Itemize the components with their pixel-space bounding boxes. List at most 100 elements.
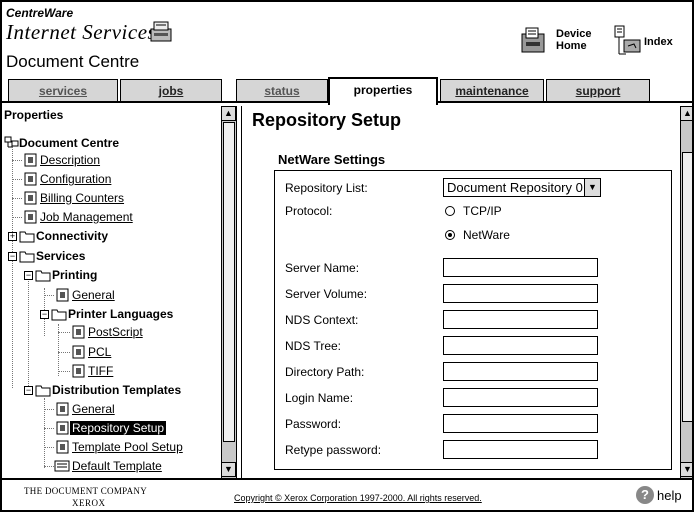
tree-item-default-template[interactable]: Default Template bbox=[72, 459, 162, 473]
tree-guide bbox=[58, 352, 70, 353]
page-icon bbox=[24, 191, 37, 205]
scroll-thumb[interactable] bbox=[223, 122, 235, 442]
tree-item-printing-general[interactable]: General bbox=[72, 288, 115, 302]
tree-guide bbox=[44, 447, 54, 448]
password-input[interactable] bbox=[443, 414, 598, 433]
tree-item-configuration[interactable]: Configuration bbox=[40, 172, 111, 186]
tab-status[interactable]: status bbox=[236, 79, 328, 103]
tab-maintenance[interactable]: maintenance bbox=[440, 79, 544, 103]
index-link[interactable]: Index bbox=[644, 36, 673, 48]
tab-jobs[interactable]: jobs bbox=[120, 79, 222, 103]
help-icon[interactable]: ? bbox=[636, 486, 654, 504]
tree-guide bbox=[12, 179, 22, 180]
collapse-printer-languages-icon[interactable]: − bbox=[40, 310, 49, 319]
tree-item-repository-setup[interactable]: Repository Setup bbox=[70, 421, 167, 435]
collapse-services-icon[interactable]: − bbox=[8, 252, 17, 261]
repository-list-value: Document Repository 0 bbox=[447, 180, 583, 195]
device-home-icon[interactable] bbox=[520, 26, 548, 56]
collapse-distribution-templates-icon[interactable]: − bbox=[24, 386, 33, 395]
tab-services[interactable]: services bbox=[8, 79, 118, 103]
tree-item-distribution-general[interactable]: General bbox=[72, 402, 115, 416]
scroll-up-icon[interactable]: ▲ bbox=[221, 106, 236, 121]
tree-guide bbox=[12, 198, 22, 199]
collapse-printing-icon[interactable]: − bbox=[24, 271, 33, 280]
server-volume-label: Server Volume: bbox=[285, 287, 368, 301]
tree-item-connectivity[interactable]: Connectivity bbox=[36, 229, 108, 243]
scroll-up-icon[interactable]: ▲ bbox=[680, 106, 692, 121]
password-label: Password: bbox=[285, 417, 342, 431]
server-name-input[interactable] bbox=[443, 258, 598, 277]
section-title: NetWare Settings bbox=[278, 152, 386, 167]
protocol-tcpip-option[interactable]: TCP/IP bbox=[445, 204, 502, 218]
tab-properties[interactable]: properties bbox=[328, 77, 438, 105]
page-icon bbox=[72, 364, 85, 378]
tree-guide bbox=[12, 160, 22, 161]
login-name-input[interactable] bbox=[443, 388, 598, 407]
footer-company-name: THE DOCUMENT COMPANY bbox=[24, 486, 148, 496]
radio-netware[interactable] bbox=[445, 230, 455, 240]
page-icon bbox=[72, 345, 85, 359]
tree-item-printer-languages[interactable]: Printer Languages bbox=[68, 307, 173, 321]
folder-open-icon bbox=[51, 309, 67, 321]
footer-xerox-logo: XEROX bbox=[72, 498, 106, 508]
nds-tree-input[interactable] bbox=[443, 336, 598, 355]
page-icon bbox=[56, 402, 69, 416]
dropdown-arrow-icon[interactable]: ▼ bbox=[584, 179, 600, 196]
protocol-label: Protocol: bbox=[285, 204, 333, 218]
scroll-down-icon[interactable]: ▼ bbox=[680, 462, 692, 477]
device-home-label-1: Device bbox=[556, 28, 592, 40]
device-home-link[interactable]: Device Home bbox=[556, 28, 591, 52]
tree-guide bbox=[58, 371, 70, 372]
expand-connectivity-icon[interactable]: + bbox=[8, 232, 17, 241]
page-icon bbox=[56, 440, 69, 454]
nds-tree-label: NDS Tree: bbox=[285, 339, 342, 353]
tree-heading: Properties bbox=[4, 108, 64, 122]
tree-root-document-centre[interactable]: Document Centre bbox=[19, 136, 119, 150]
login-name-label: Login Name: bbox=[285, 391, 354, 405]
netware-settings-form: Repository List: Document Repository 0 ▼… bbox=[274, 170, 672, 470]
tree-item-tiff[interactable]: TIFF bbox=[88, 364, 113, 378]
browser-frame: CentreWare Internet Services Document Ce… bbox=[0, 0, 694, 512]
server-name-label: Server Name: bbox=[285, 261, 360, 275]
tree-guide bbox=[44, 428, 54, 429]
tree-item-description[interactable]: Description bbox=[40, 153, 100, 167]
folder-icon bbox=[19, 231, 35, 243]
protocol-netware-option[interactable]: NetWare bbox=[445, 228, 510, 242]
tree-guide bbox=[58, 332, 70, 333]
index-icon[interactable] bbox=[614, 24, 642, 60]
brand-centreware: CentreWare bbox=[6, 6, 74, 20]
footer-rule bbox=[2, 478, 692, 480]
tree-item-postscript[interactable]: PostScript bbox=[88, 325, 143, 339]
tree-item-pcl[interactable]: PCL bbox=[88, 345, 111, 359]
protocol-tcpip-label: TCP/IP bbox=[463, 204, 502, 218]
nds-context-input[interactable] bbox=[443, 310, 598, 329]
copyright-link[interactable]: Copyright © Xerox Corporation 1997-2000.… bbox=[234, 493, 482, 503]
repository-setup-content: Repository Setup NetWare Settings Reposi… bbox=[242, 106, 682, 478]
server-volume-input[interactable] bbox=[443, 284, 598, 303]
template-icon bbox=[54, 460, 70, 472]
tree-item-printing[interactable]: Printing bbox=[52, 268, 97, 282]
scroll-thumb[interactable] bbox=[682, 152, 692, 422]
content-scrollbar[interactable]: ▲ ▼ bbox=[680, 106, 692, 478]
tab-support[interactable]: support bbox=[546, 79, 650, 103]
folder-open-icon bbox=[35, 385, 51, 397]
repository-list-select[interactable]: Document Repository 0 ▼ bbox=[443, 178, 601, 197]
page-icon bbox=[72, 325, 85, 339]
retype-password-input[interactable] bbox=[443, 440, 598, 459]
scroll-down-icon[interactable]: ▼ bbox=[221, 462, 236, 477]
tree-item-distribution-templates[interactable]: Distribution Templates bbox=[52, 383, 181, 397]
tree-item-template-pool-setup[interactable]: Template Pool Setup bbox=[72, 440, 183, 454]
page-title: Document Centre bbox=[6, 52, 140, 71]
tree-guide bbox=[12, 217, 22, 218]
tree-item-job-management[interactable]: Job Management bbox=[40, 210, 133, 224]
tree-item-services[interactable]: Services bbox=[36, 249, 85, 263]
brand-internet-services: Internet Services bbox=[6, 20, 157, 44]
tree-scrollbar[interactable]: ▲ ▼ bbox=[221, 106, 236, 478]
tree-guide bbox=[44, 466, 54, 467]
tree-item-billing-counters[interactable]: Billing Counters bbox=[40, 191, 124, 205]
help-link[interactable]: help bbox=[657, 488, 682, 503]
nds-context-label: NDS Context: bbox=[285, 313, 359, 327]
radio-tcpip[interactable] bbox=[445, 206, 455, 216]
tree-guide bbox=[12, 146, 13, 388]
directory-path-input[interactable] bbox=[443, 362, 598, 381]
